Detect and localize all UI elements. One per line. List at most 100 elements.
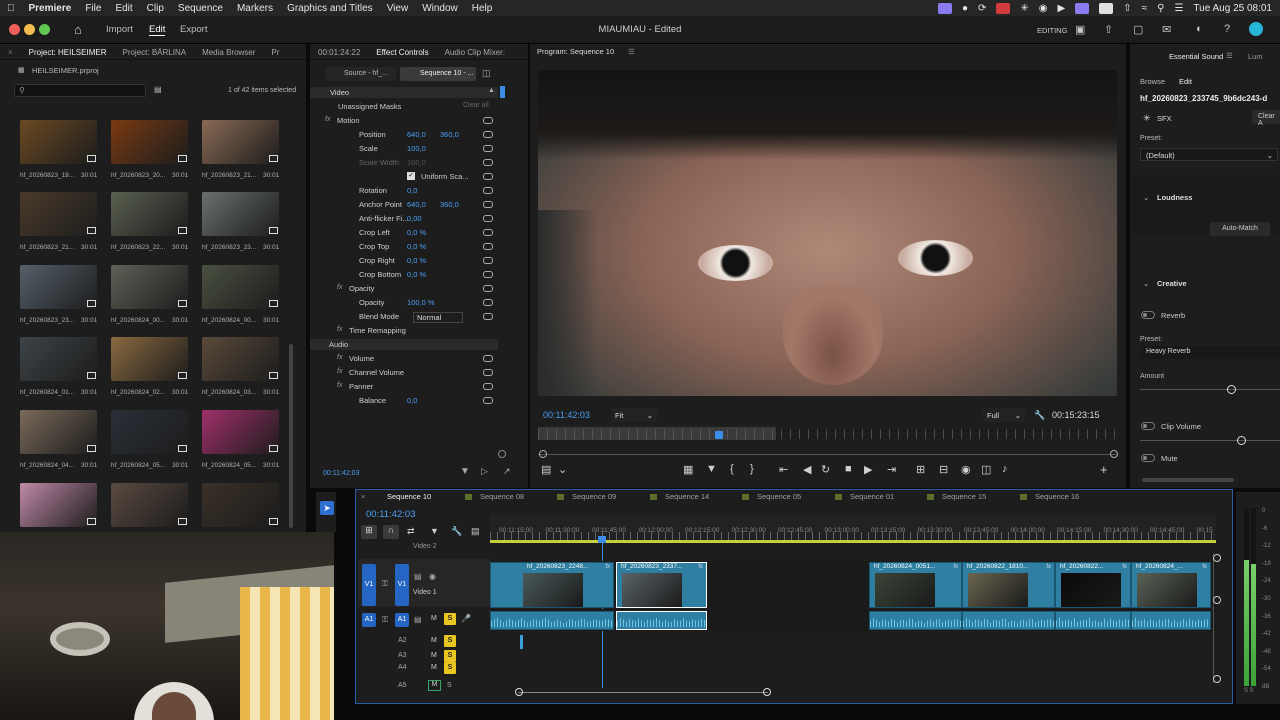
overwrite-icon[interactable]: ⊟ [939, 463, 948, 476]
export-tab[interactable]: Export [180, 24, 207, 35]
insert-icon[interactable]: ⊞ [916, 463, 925, 476]
clear-audio-type-button[interactable]: Clear A [1252, 110, 1280, 127]
share-icon[interactable]: ⇧ [1123, 3, 1131, 14]
zoom-handle[interactable] [498, 450, 506, 458]
clip-thumbnail[interactable] [202, 483, 279, 527]
track-scroll-mid[interactable] [1213, 596, 1221, 604]
a1-source-patch[interactable]: A1 [362, 613, 376, 627]
status-icon-1[interactable] [937, 2, 952, 14]
audio-clip[interactable] [962, 611, 1055, 630]
reset-parameter-icon[interactable] [483, 117, 493, 124]
fx-badge-icon[interactable]: fx [337, 284, 342, 291]
track-scrollbar[interactable] [1213, 553, 1214, 683]
tab-effect-controls[interactable]: Effect Controls [368, 48, 436, 57]
reset-parameter-icon[interactable] [483, 201, 493, 208]
reset-parameter-icon[interactable] [483, 383, 493, 390]
fx-badge-icon[interactable]: fx [337, 382, 342, 389]
safe-margins-icon[interactable]: ▤ [541, 463, 551, 476]
sequence-tab[interactable]: Sequence 09 [557, 492, 616, 501]
program-scrollbar[interactable] [538, 454, 1118, 455]
reset-parameter-icon[interactable] [483, 271, 493, 278]
tab-source-timecode[interactable]: 00:01:24:22 [310, 48, 368, 57]
effect-value-y[interactable]: 360,0 [440, 130, 459, 139]
a2-audio-clip[interactable] [520, 635, 523, 649]
avatar[interactable] [1249, 22, 1263, 36]
audio-icon[interactable]: ♪ [1002, 463, 1008, 475]
tab-pr[interactable]: Pr [263, 48, 287, 57]
sequence-tab[interactable]: Sequence 14 [650, 492, 709, 501]
control-center-icon[interactable]: ☰ [1174, 3, 1183, 14]
a3-mute-button[interactable]: M [431, 652, 437, 659]
a1-lock-icon[interactable]: ⚿ [382, 615, 388, 625]
tab-lumetri[interactable]: Lum [1248, 52, 1263, 61]
sequence-tab[interactable]: Sequence 05 [742, 492, 801, 501]
reset-parameter-icon[interactable] [483, 299, 493, 306]
reset-parameter-icon[interactable] [483, 173, 493, 180]
loudness-chevron-icon[interactable]: ⌄ [1143, 193, 1149, 202]
zoom-window-button[interactable] [39, 24, 50, 35]
import-tab[interactable]: Import [106, 24, 133, 35]
menu-sequence[interactable]: Sequence [171, 3, 230, 14]
a1-solo-button[interactable]: S [444, 613, 456, 625]
reset-parameter-icon[interactable] [483, 159, 493, 166]
collapse-video-icon[interactable]: ▲ [488, 87, 495, 94]
video-clip[interactable]: hf_20260822_1810... fx [962, 562, 1055, 608]
fit-dropdown[interactable]: Fit ⌄ [611, 408, 657, 422]
browse-tab[interactable]: Browse [1140, 77, 1165, 86]
menu-edit[interactable]: Edit [108, 3, 139, 14]
effect-value[interactable]: 100,0 [407, 144, 426, 153]
a4-mute-button[interactable]: M [431, 664, 437, 671]
project-scrollbar[interactable] [289, 344, 293, 528]
panel-close-icon[interactable]: × [0, 48, 21, 57]
zoom-right-handle[interactable] [763, 688, 771, 696]
effect-value[interactable]: 640,0 [407, 130, 426, 139]
fx-badge-icon[interactable]: fx [337, 354, 342, 361]
timeline-timecode[interactable]: 00:11:42:03 [366, 509, 415, 520]
share-icon[interactable]: ⇧ [1104, 23, 1113, 36]
fullscreen-icon[interactable]: ▢ [1133, 23, 1143, 36]
edit-tab[interactable]: Edit [1179, 77, 1192, 86]
tab-essential-sound[interactable]: Essential Sound [1169, 52, 1223, 61]
play-audio-icon[interactable]: ▷ [481, 466, 488, 477]
reset-parameter-icon[interactable] [483, 145, 493, 152]
reset-parameter-icon[interactable] [483, 187, 493, 194]
preset-dropdown[interactable]: (Default) ⌄ [1140, 148, 1278, 161]
sequence-tab[interactable]: Sequence 01 [835, 492, 894, 501]
effect-value[interactable]: 0,0 % [407, 256, 426, 265]
v1-eye-icon[interactable]: ◉ [429, 572, 436, 581]
camera-icon[interactable]: ◉ [961, 463, 971, 476]
timeline-close-icon[interactable]: × [361, 492, 365, 501]
sync-icon[interactable]: ⟳ [978, 3, 986, 14]
clip-thumbnail[interactable] [202, 410, 279, 454]
reset-parameter-icon[interactable] [483, 229, 493, 236]
effect-value[interactable]: 0,0 [407, 186, 417, 195]
tab-media-browser[interactable]: Media Browser [194, 48, 263, 57]
v1-target-track[interactable]: V1 [395, 564, 409, 606]
tab-audio-clip-mixer[interactable]: Audio Clip Mixer: [437, 48, 513, 57]
scroll-handle-left[interactable] [539, 450, 547, 458]
mark-in-icon[interactable]: { [730, 463, 734, 475]
chat-icon[interactable]: ● [962, 3, 968, 14]
panel-toggle-icon[interactable]: ◫ [482, 68, 491, 79]
bin-icon[interactable]: ▤ [154, 85, 162, 94]
insert-overwrite-icon[interactable]: ⊞ [361, 525, 377, 539]
clip-thumbnail[interactable] [111, 337, 188, 381]
tab-project-barlina[interactable]: Project: BÄRLINA [114, 48, 194, 57]
clip-thumbnail[interactable] [111, 265, 188, 309]
stop-icon[interactable]: ■ [845, 463, 852, 475]
menu-clip[interactable]: Clip [140, 3, 171, 14]
status-icon-red[interactable] [996, 2, 1011, 14]
search-input[interactable]: ⚲ [14, 84, 146, 97]
mark-out-icon[interactable]: } [750, 463, 754, 475]
compare-icon[interactable]: ◫ [981, 463, 991, 476]
menu-app[interactable]: Premiere [22, 3, 79, 14]
effect-value[interactable]: 100,0 % [407, 298, 435, 307]
clip-volume-handle[interactable] [1237, 436, 1246, 445]
menu-file[interactable]: File [78, 3, 108, 14]
video-clip[interactable]: hf_20260824_0051... fx [869, 562, 962, 608]
a2-solo-button[interactable]: S [444, 635, 456, 647]
sequence-tab[interactable]: Sequence 10 [372, 492, 431, 501]
reset-parameter-icon[interactable] [483, 397, 493, 404]
a1-sync-icon[interactable]: ▤ [414, 615, 422, 624]
settings-chevron-icon[interactable]: ⌄ [558, 463, 567, 476]
